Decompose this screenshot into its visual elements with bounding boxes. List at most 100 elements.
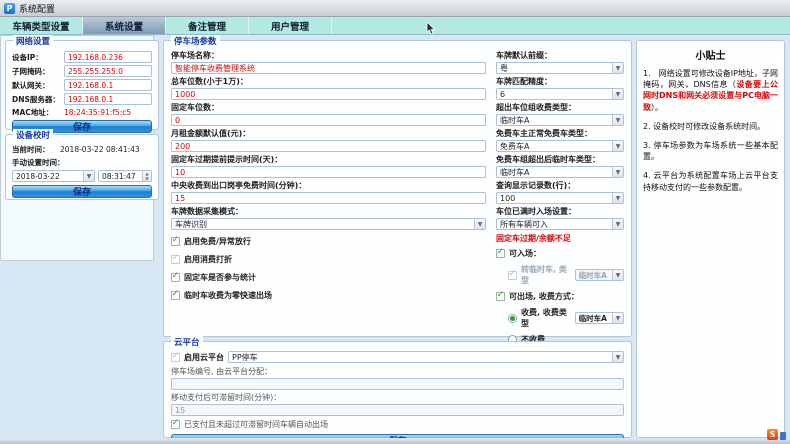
time-sync-group: 设备校时 当前时间： 2018-03-22 08:41:43 手动设置时间： 2… — [5, 134, 159, 200]
plate-precision-select[interactable]: 6 ▼ — [496, 88, 624, 100]
chevron-down-icon[interactable]: ▼ — [612, 193, 623, 203]
fixed-stat-option[interactable]: ✓ 固定车是否参与统计 — [171, 272, 486, 283]
chevron-down-icon[interactable]: ▼ — [612, 313, 623, 323]
checkbox[interactable]: ✓ — [171, 353, 180, 362]
time-sync-save-button[interactable]: 保存 — [12, 185, 152, 198]
subnet-mask-label: 子网掩码： — [12, 66, 64, 77]
orange-logo-icon: S — [767, 429, 778, 440]
lot-full-entry-label: 车位已满时入场设置： — [496, 206, 624, 217]
expired-section-heading: 固定车过期/余额不足 — [496, 233, 624, 244]
dns-input[interactable]: 192.168.0.1 — [64, 93, 152, 105]
to-temp-label: 转临时车, 类型 — [521, 264, 571, 286]
charge-option[interactable]: 收费, 收费类型 临时车A ▼ — [508, 307, 624, 329]
checkbox[interactable]: ✓ — [496, 292, 505, 301]
free-pass-option[interactable]: ✓ 启用免费/异常放行 — [171, 236, 486, 247]
radio-button[interactable] — [508, 314, 517, 323]
auto-exit-option[interactable]: ✓ 已支付且未超过可滞留时间车辆自动出场 — [171, 419, 624, 430]
free-group-over-label: 免费车组超出后临时车类型： — [496, 154, 624, 165]
chevron-down-icon[interactable]: ▼ — [612, 270, 623, 280]
date-picker[interactable]: 2018-03-22 ▼ — [12, 170, 95, 182]
title-bar: P 系统配置 — [0, 0, 790, 17]
cloud-provider-select[interactable]: PP停车 ▼ — [228, 351, 624, 363]
query-rows-label: 查询显示记录数(行)： — [496, 180, 624, 191]
free-car-type-field: 免费车主正常免费车类型： 免费车A ▼ — [496, 128, 624, 152]
auto-exit-label: 已支付且未超过可滞留时间车辆自动出场 — [184, 419, 328, 430]
can-exit-option[interactable]: ✓ 可出场, 收费方式： — [496, 291, 624, 302]
gateway-input[interactable]: 192.168.0.1 — [64, 79, 152, 91]
cloud-platform-title: 云平台 — [171, 336, 203, 348]
chevron-down-icon[interactable]: ▼ — [612, 167, 623, 177]
lot-id-input[interactable] — [171, 378, 624, 390]
chevron-down-icon[interactable]: ▼ — [612, 352, 623, 362]
tab-system-settings[interactable]: 系统设置 — [83, 17, 166, 34]
lot-id-label: 停车场编号, 由云平台分配： — [171, 366, 624, 377]
capture-mode-select[interactable]: 车牌识别 ▼ — [171, 218, 486, 230]
plate-prefix-select[interactable]: 粤 ▼ — [496, 62, 624, 74]
chevron-down-icon[interactable]: ▼ — [612, 141, 623, 151]
tab-remark-management[interactable]: 备注管理 — [166, 17, 249, 34]
lot-name-label: 停车场名称： — [171, 50, 486, 61]
central-pay-free-input[interactable]: 15 — [171, 192, 486, 204]
monthly-fee-field: 月租金额默认值(元)： 200 — [171, 128, 486, 152]
total-spaces-field: 总车位数(小于1万)： 1000 — [171, 76, 486, 100]
tip-item-1: 1. 网络设置可修改设备IP地址，子网掩码，网关，DNS信息（设备要上公网时DN… — [643, 68, 778, 113]
chevron-down-icon[interactable]: ▼ — [83, 171, 94, 181]
checkbox[interactable]: ✓ — [171, 420, 180, 429]
can-enter-label: 可入场： — [509, 248, 541, 259]
check-icon: ✓ — [172, 419, 180, 428]
free-car-type-select[interactable]: 免费车A ▼ — [496, 140, 624, 152]
time-sync-title: 设备校时 — [13, 129, 53, 141]
lot-full-entry-value: 所有车辆可入 — [500, 219, 548, 230]
chevron-down-icon[interactable]: ▼ — [612, 115, 623, 125]
lot-full-entry-select[interactable]: 所有车辆可入 ▼ — [496, 218, 624, 230]
expire-notice-input[interactable]: 10 — [171, 166, 486, 178]
to-temp-select[interactable]: 临时车A ▼ — [575, 269, 624, 281]
chevron-down-icon[interactable]: ▼ — [612, 219, 623, 229]
checkbox[interactable]: ✓ — [508, 271, 517, 280]
over-group-fee-label: 超出车位组收费类型： — [496, 102, 624, 113]
spinner-down-icon[interactable]: ▼ — [143, 176, 151, 181]
free-group-over-select[interactable]: 临时车A ▼ — [496, 166, 624, 178]
fixed-spaces-input[interactable]: 0 — [171, 114, 486, 126]
charge-type-select[interactable]: 临时车A ▼ — [575, 312, 624, 324]
chevron-down-icon[interactable]: ▼ — [612, 89, 623, 99]
time-spinner[interactable]: 08:31:47 ▲ ▼ — [98, 170, 152, 182]
tab-user-management[interactable]: 用户管理 — [249, 17, 332, 34]
device-ip-input[interactable]: 192.168.0.236 — [64, 51, 152, 63]
mac-label: MAC地址： — [12, 107, 64, 118]
checkbox[interactable]: ✓ — [171, 291, 180, 300]
chevron-down-icon[interactable]: ▼ — [612, 63, 623, 73]
can-enter-option[interactable]: ✓ 可入场： — [496, 248, 624, 259]
expire-notice-field: 固定车过期提前提示时间(天)： 10 — [171, 154, 486, 178]
stay-time-field: 移动支付后可滞留时间(分钟)： 15 — [171, 392, 624, 416]
spinner-buttons[interactable]: ▲ ▼ — [142, 171, 151, 181]
checkbox[interactable]: ✓ — [171, 255, 180, 264]
discount-option[interactable]: ✓ 启用消费打折 — [171, 254, 486, 265]
mac-value: 18:24:35:91:f5:c5 — [64, 108, 131, 117]
subnet-mask-input[interactable]: 255.255.255.0 — [64, 65, 152, 77]
zero-fee-fast-exit-option[interactable]: ✓ 临时车收费为零快速出场 — [171, 290, 486, 301]
total-spaces-input[interactable]: 1000 — [171, 88, 486, 100]
free-car-type-value: 免费车A — [500, 141, 529, 152]
to-temp-option[interactable]: ✓ 转临时车, 类型 临时车A ▼ — [508, 264, 624, 286]
monthly-fee-input[interactable]: 200 — [171, 140, 486, 152]
lot-name-field: 停车场名称： 智能停车收费管理系统 — [171, 50, 486, 74]
plate-prefix-field: 车牌默认前缀： 粤 ▼ — [496, 50, 624, 74]
checkbox[interactable]: ✓ — [496, 249, 505, 258]
gateway-label: 默认网关： — [12, 80, 64, 91]
over-group-fee-select[interactable]: 临时车A ▼ — [496, 114, 624, 126]
query-rows-select[interactable]: 100 ▼ — [496, 192, 624, 204]
tab-vehicle-type-settings[interactable]: 车辆类型设置 — [0, 17, 83, 34]
checkbox[interactable]: ✓ — [171, 237, 180, 246]
checkbox[interactable]: ✓ — [171, 273, 180, 282]
time-value: 08:31:47 — [102, 172, 136, 181]
chevron-down-icon[interactable]: ▼ — [474, 219, 485, 229]
main-content: 网络设置 设备IP： 192.168.0.236 子网掩码： 255.255.2… — [0, 35, 790, 438]
charge-type-value: 临时车A — [579, 313, 607, 324]
check-icon: ✓ — [172, 290, 180, 299]
lot-name-input[interactable]: 智能停车收费管理系统 — [171, 62, 486, 74]
parking-options: ✓ 启用免费/异常放行 ✓ 启用消费打折 ✓ 固定车是否参与统计 ✓ 临时车收费… — [171, 236, 486, 301]
blue-chip-icon — [780, 432, 786, 440]
stay-time-input[interactable]: 15 — [171, 404, 624, 416]
tip-1-end: ）。 — [651, 103, 663, 112]
